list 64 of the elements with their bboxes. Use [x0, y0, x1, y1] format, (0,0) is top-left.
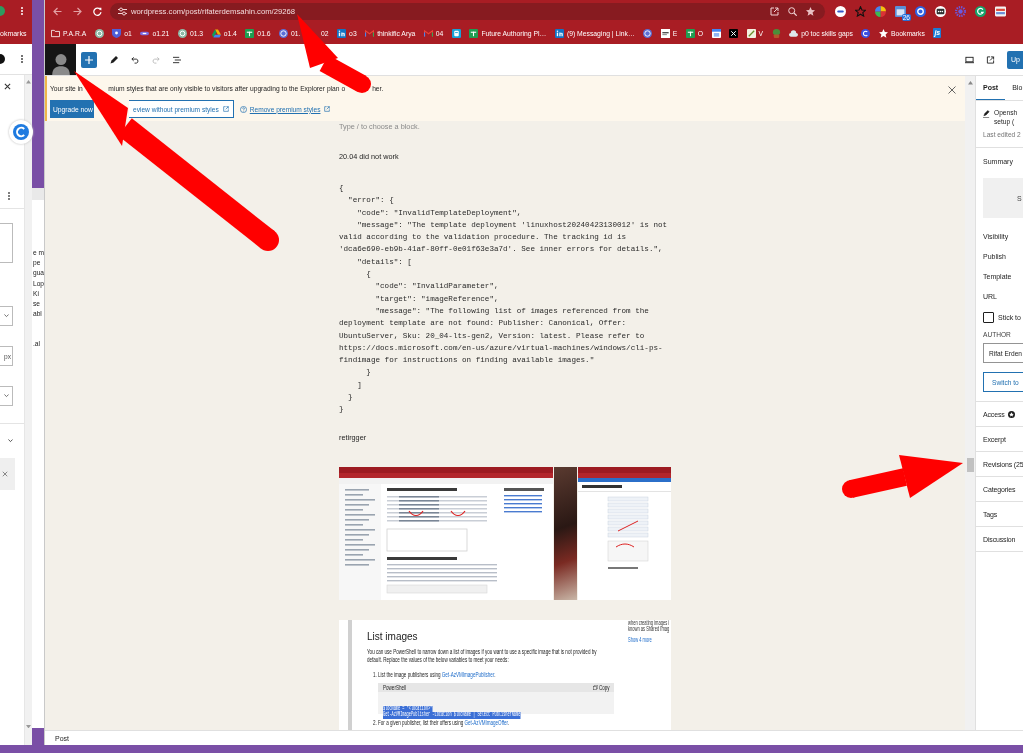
reload-icon[interactable] [93, 6, 102, 16]
external-link-icon [222, 106, 229, 112]
chevron-down-icon[interactable] [8, 439, 13, 443]
tune-icon[interactable] [118, 6, 127, 16]
circle-logo-icon[interactable] [861, 28, 871, 38]
open-window-icon[interactable] [770, 6, 779, 16]
zoom-icon[interactable] [788, 6, 797, 16]
envelope-icon [365, 28, 375, 38]
help-icon [239, 105, 247, 113]
document-heading: List images [367, 630, 418, 643]
dots-icon[interactable] [935, 5, 946, 17]
close-icon[interactable] [4, 83, 11, 90]
star-icon[interactable] [806, 6, 815, 16]
tile-icon[interactable] [451, 28, 461, 38]
square-logo-icon [337, 28, 347, 38]
external-link-icon[interactable] [986, 55, 996, 64]
chevron-down-icon [4, 314, 9, 318]
knot-logo-icon[interactable] [94, 28, 104, 38]
select-field[interactable] [0, 306, 13, 326]
square-logo-icon [554, 28, 564, 38]
circle-icon[interactable] [835, 5, 846, 17]
forward-arrow-icon[interactable] [73, 6, 82, 16]
star-icon[interactable] [855, 5, 866, 17]
sheet-icon [245, 28, 255, 38]
select-field[interactable] [0, 386, 13, 406]
pen-icon [983, 110, 990, 118]
ring-icon[interactable] [915, 5, 926, 17]
avatar-button[interactable] [45, 44, 76, 75]
folder-icon [51, 28, 60, 38]
cross-tile-icon[interactable] [729, 28, 739, 38]
star-icon [878, 28, 888, 38]
person-silhouette-icon [51, 53, 70, 75]
star-badge-icon [1007, 410, 1015, 418]
shield-icon [112, 28, 122, 38]
back-arrow-icon[interactable] [53, 6, 62, 16]
plus-icon [85, 55, 93, 64]
ring-logo-icon[interactable] [643, 28, 653, 38]
window-icon[interactable] [895, 5, 906, 17]
desktop-icon[interactable] [965, 55, 975, 64]
tray-icon[interactable] [995, 5, 1006, 17]
triangle-logo-icon [211, 28, 221, 38]
close-icon[interactable] [948, 86, 956, 94]
notepad-icon [746, 28, 756, 38]
knot-logo-icon [177, 28, 187, 38]
chevron-down-icon [4, 394, 9, 398]
sheet-icon [469, 28, 479, 38]
checkbox[interactable] [983, 312, 994, 323]
add-block-button[interactable] [81, 51, 97, 68]
text-area-field[interactable] [0, 223, 13, 263]
list-view-icon[interactable] [173, 55, 181, 64]
copy-icon [593, 684, 598, 690]
circle-logo-icon[interactable] [975, 5, 986, 17]
envelope-icon [423, 28, 433, 38]
sheet-icon [685, 28, 695, 38]
pencil-icon[interactable] [110, 55, 118, 64]
undo-icon[interactable] [131, 55, 139, 64]
scrollbar-thumb[interactable] [966, 457, 974, 472]
page-icon [660, 28, 670, 38]
calendar-icon[interactable] [711, 28, 721, 38]
ring-logo-icon [279, 28, 289, 38]
external-link-icon [324, 106, 331, 112]
triangle-icon[interactable] [967, 81, 973, 85]
pinwheel-icon[interactable] [875, 5, 886, 17]
cloud-icon [789, 28, 799, 38]
